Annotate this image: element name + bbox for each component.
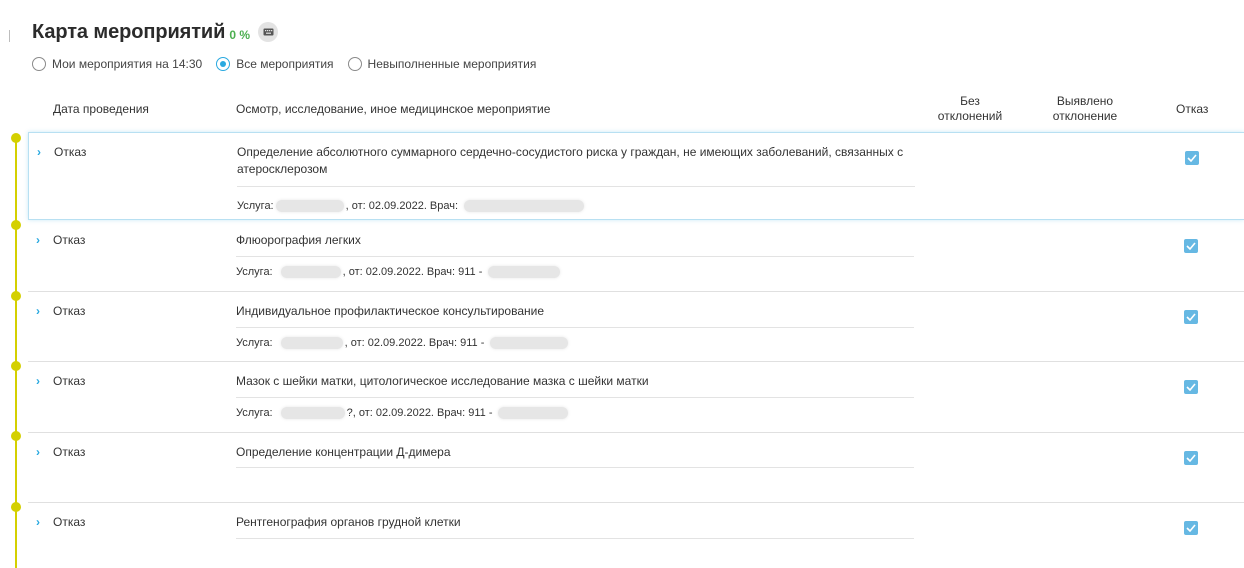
keyboard-icon[interactable] bbox=[258, 22, 278, 42]
radio-all-events[interactable]: Все мероприятия bbox=[216, 57, 334, 71]
event-row[interactable]: › Отказ Мазок с шейки матки, цитологичес… bbox=[28, 362, 1244, 433]
refuse-checkbox[interactable] bbox=[1184, 310, 1198, 324]
timeline-dot bbox=[11, 291, 21, 301]
event-name: Флюорография легких bbox=[236, 233, 361, 247]
redacted-doctor bbox=[488, 266, 561, 278]
divider bbox=[236, 467, 914, 468]
event-row[interactable]: › Отказ Определение абсолютного суммарно… bbox=[28, 132, 1244, 220]
redacted-service bbox=[275, 200, 344, 212]
divider bbox=[237, 186, 915, 187]
meta-date-doctor: ?, от: 02.09.2022. Врач: 911 - bbox=[346, 407, 493, 419]
event-name: Определение концентрации Д-димера bbox=[236, 445, 451, 459]
chevron-right-icon[interactable]: › bbox=[36, 304, 40, 318]
column-header-refuse: Отказ bbox=[1176, 102, 1209, 116]
event-meta: Услуга: ?, от: 02.09.2022. Врач: 911 - bbox=[236, 407, 570, 419]
radio-my-events[interactable]: Мои мероприятия на 14:30 bbox=[32, 57, 202, 71]
timeline-dot bbox=[11, 220, 21, 230]
column-header-no-deviation: Без отклонений bbox=[925, 94, 1015, 124]
refuse-checkbox[interactable] bbox=[1184, 380, 1198, 394]
divider bbox=[236, 327, 914, 328]
event-row[interactable]: › Отказ Флюорография легких Услуга: , от… bbox=[28, 221, 1244, 292]
event-status: Отказ bbox=[53, 445, 86, 459]
timeline-dot bbox=[11, 502, 21, 512]
redacted-service bbox=[280, 337, 343, 349]
timeline-dot bbox=[11, 431, 21, 441]
left-edge-marker bbox=[9, 30, 10, 42]
radio-label: Невыполненные мероприятия bbox=[367, 57, 537, 71]
meta-date-doctor: , от: 02.09.2022. Врач: 911 - bbox=[342, 266, 483, 278]
chevron-right-icon[interactable]: › bbox=[36, 445, 40, 459]
redacted-doctor bbox=[464, 200, 585, 212]
event-name: Мазок с шейки матки, цитологическое иссл… bbox=[236, 374, 649, 388]
timeline-dot bbox=[11, 133, 21, 143]
event-status: Отказ bbox=[53, 515, 86, 529]
column-header-event: Осмотр, исследование, иное медицинское м… bbox=[236, 102, 551, 116]
refuse-checkbox[interactable] bbox=[1184, 239, 1198, 253]
divider bbox=[236, 256, 914, 257]
chevron-right-icon[interactable]: › bbox=[36, 233, 40, 247]
column-header-no-deviation-line1: Без bbox=[960, 94, 980, 108]
divider bbox=[236, 397, 914, 398]
redacted-service bbox=[280, 266, 341, 278]
event-name: Определение абсолютного суммарного серде… bbox=[237, 145, 904, 176]
meta-service-label: Услуга: bbox=[237, 200, 274, 212]
meta-date-doctor: , от: 02.09.2022. Врач: 911 - bbox=[344, 337, 485, 349]
refuse-checkbox[interactable] bbox=[1184, 521, 1198, 535]
event-status: Отказ bbox=[53, 374, 86, 388]
event-row[interactable]: › Отказ Определение концентрации Д-димер… bbox=[28, 433, 1244, 503]
radio-label: Все мероприятия bbox=[236, 57, 334, 71]
redacted-doctor bbox=[490, 337, 569, 349]
radio-circle-selected[interactable] bbox=[216, 57, 231, 71]
chevron-right-icon[interactable]: › bbox=[36, 515, 40, 529]
meta-date-doctor: , от: 02.09.2022. Врач: bbox=[345, 200, 459, 212]
column-header-deviation-line2: отклонение bbox=[1052, 109, 1118, 123]
radio-label: Мои мероприятия на 14:30 bbox=[52, 57, 203, 71]
radio-circle[interactable] bbox=[347, 57, 362, 71]
event-meta: Услуга: , от: 02.09.2022. Врач: bbox=[237, 200, 586, 212]
event-name: Рентгенография органов грудной клетки bbox=[236, 515, 461, 529]
meta-service-label: Услуга: bbox=[236, 266, 273, 278]
event-row[interactable]: › Отказ Рентгенография органов грудной к… bbox=[28, 503, 1244, 568]
refuse-checkbox[interactable] bbox=[1185, 151, 1199, 165]
timeline-dot bbox=[11, 361, 21, 371]
page-title: Карта мероприятий bbox=[32, 20, 226, 43]
chevron-right-icon[interactable]: › bbox=[36, 374, 40, 388]
column-header-deviation: Выявлено отклонение bbox=[1040, 94, 1130, 124]
chevron-right-icon[interactable]: › bbox=[37, 145, 41, 159]
event-status: Отказ bbox=[53, 304, 86, 318]
meta-service-label: Услуга: bbox=[236, 337, 273, 349]
progress-percent: 0 % bbox=[229, 28, 250, 42]
column-header-no-deviation-line2: отклонений bbox=[937, 109, 1003, 123]
event-meta: Услуга: , от: 02.09.2022. Врач: 911 - bbox=[236, 266, 562, 278]
column-header-deviation-line1: Выявлено bbox=[1056, 94, 1114, 108]
radio-circle[interactable] bbox=[32, 57, 46, 71]
event-row[interactable]: › Отказ Индивидуальное профилактическое … bbox=[28, 292, 1244, 362]
event-meta: Услуга: , от: 02.09.2022. Врач: 911 - bbox=[236, 337, 570, 349]
page-header: Карта мероприятий 0 % bbox=[32, 14, 278, 50]
radio-unfinished-events[interactable]: Невыполненные мероприятия bbox=[347, 57, 537, 71]
divider bbox=[236, 538, 914, 539]
refuse-checkbox[interactable] bbox=[1184, 451, 1198, 465]
event-name: Индивидуальное профилактическое консульт… bbox=[236, 304, 545, 318]
filter-radio-group: Мои мероприятия на 14:30 Все мероприятия… bbox=[32, 57, 550, 71]
column-header-date: Дата проведения bbox=[53, 102, 149, 116]
meta-service-label: Услуга: bbox=[236, 407, 273, 419]
event-status: Отказ bbox=[54, 145, 87, 159]
redacted-service bbox=[280, 407, 345, 419]
event-status: Отказ bbox=[53, 233, 86, 247]
redacted-doctor bbox=[498, 407, 569, 419]
